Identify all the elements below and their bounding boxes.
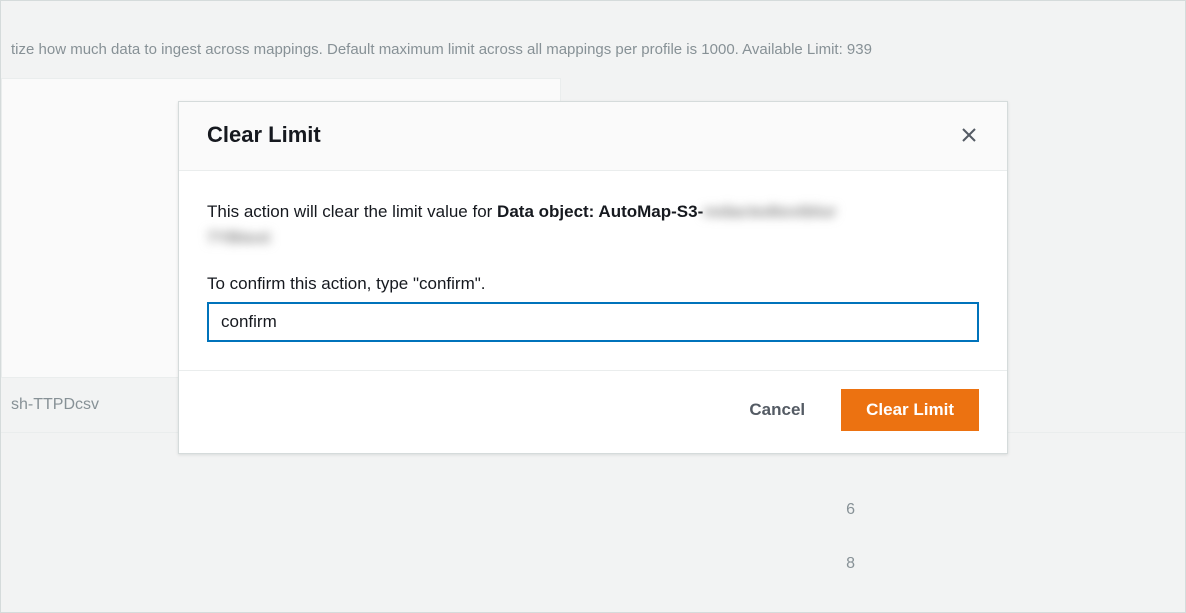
- modal-body: This action will clear the limit value f…: [179, 171, 1007, 370]
- modal-footer: Cancel Clear Limit: [179, 370, 1007, 453]
- confirm-input[interactable]: [207, 302, 979, 342]
- redacted-text: 7YBtext: [207, 225, 270, 251]
- redacted-text: redactedtextblur: [703, 199, 836, 225]
- modal-body-text: This action will clear the limit value f…: [207, 199, 979, 250]
- clear-limit-button[interactable]: Clear Limit: [841, 389, 979, 431]
- clear-limit-modal: Clear Limit This action will clear the l…: [178, 101, 1008, 454]
- modal-title: Clear Limit: [207, 122, 321, 148]
- modal-overlay: Clear Limit This action will clear the l…: [1, 1, 1185, 612]
- cancel-button[interactable]: Cancel: [729, 390, 825, 430]
- body-bold: Data object: AutoMap-S3-: [497, 202, 703, 221]
- modal-header: Clear Limit: [179, 102, 1007, 171]
- body-prefix: This action will clear the limit value f…: [207, 202, 497, 221]
- confirm-instruction: To confirm this action, type "confirm".: [207, 274, 979, 294]
- close-icon[interactable]: [959, 125, 979, 145]
